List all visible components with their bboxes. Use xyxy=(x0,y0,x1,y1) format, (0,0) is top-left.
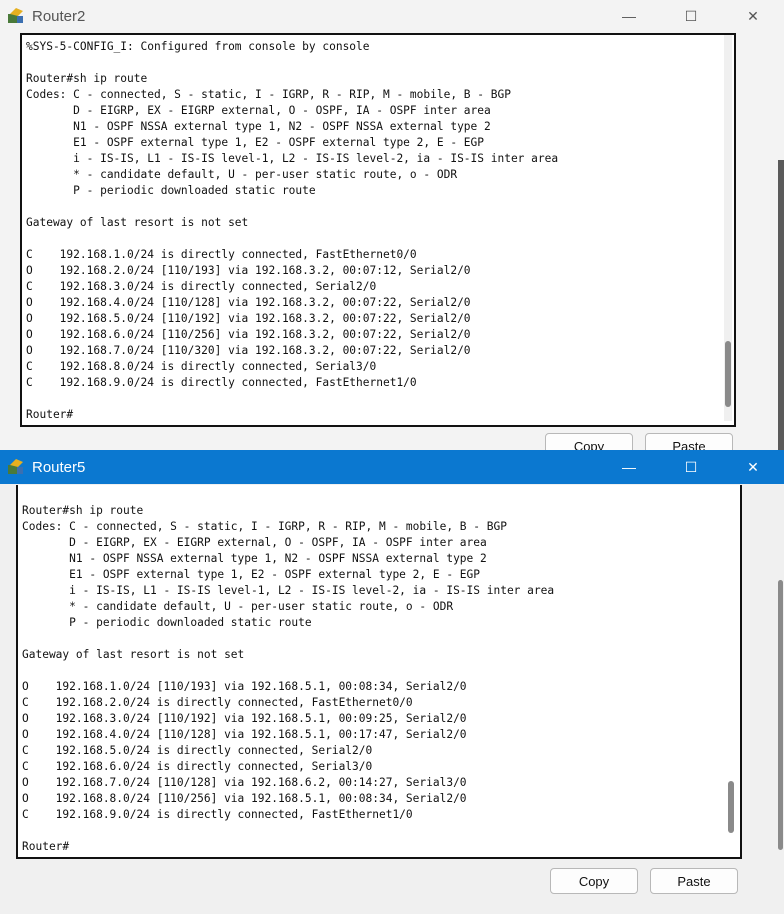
close-button[interactable]: ✕ xyxy=(722,0,784,32)
close-button[interactable]: ✕ xyxy=(722,450,784,484)
router2-title: Router2 xyxy=(32,7,86,25)
router5-cli-console[interactable]: Router#sh ip route Codes: C - connected,… xyxy=(16,485,742,859)
router-app-icon xyxy=(8,8,23,23)
router5-titlebar[interactable]: Router5 — ☐ ✕ xyxy=(0,450,784,484)
router2-scrollbar-thumb[interactable] xyxy=(725,341,731,407)
maximize-button[interactable]: ☐ xyxy=(660,0,722,32)
router2-titlebar[interactable]: Router2 — ☐ ✕ xyxy=(0,0,784,32)
router-app-icon xyxy=(8,459,23,474)
router5-scrollbar-thumb[interactable] xyxy=(728,781,734,833)
minimize-button[interactable]: — xyxy=(598,0,660,32)
router5-cli-output: Router#sh ip route Codes: C - connected,… xyxy=(22,504,555,853)
maximize-button[interactable]: ☐ xyxy=(660,450,722,484)
router5-outer-scrollbar[interactable] xyxy=(778,580,783,850)
router5-window: Router5 — ☐ ✕ Router#sh ip route Codes: … xyxy=(0,450,784,914)
router5-paste-button[interactable]: Paste xyxy=(650,868,738,894)
background-window-edge xyxy=(778,160,784,450)
router5-title: Router5 xyxy=(32,458,86,476)
router5-copy-button[interactable]: Copy xyxy=(550,868,638,894)
router2-window: Router2 — ☐ ✕ %SYS-5-CONFIG_I: Configure… xyxy=(0,0,784,459)
router2-cli-console[interactable]: %SYS-5-CONFIG_I: Configured from console… xyxy=(20,33,736,427)
minimize-button[interactable]: — xyxy=(598,450,660,484)
router2-cli-output: %SYS-5-CONFIG_I: Configured from console… xyxy=(26,40,559,421)
